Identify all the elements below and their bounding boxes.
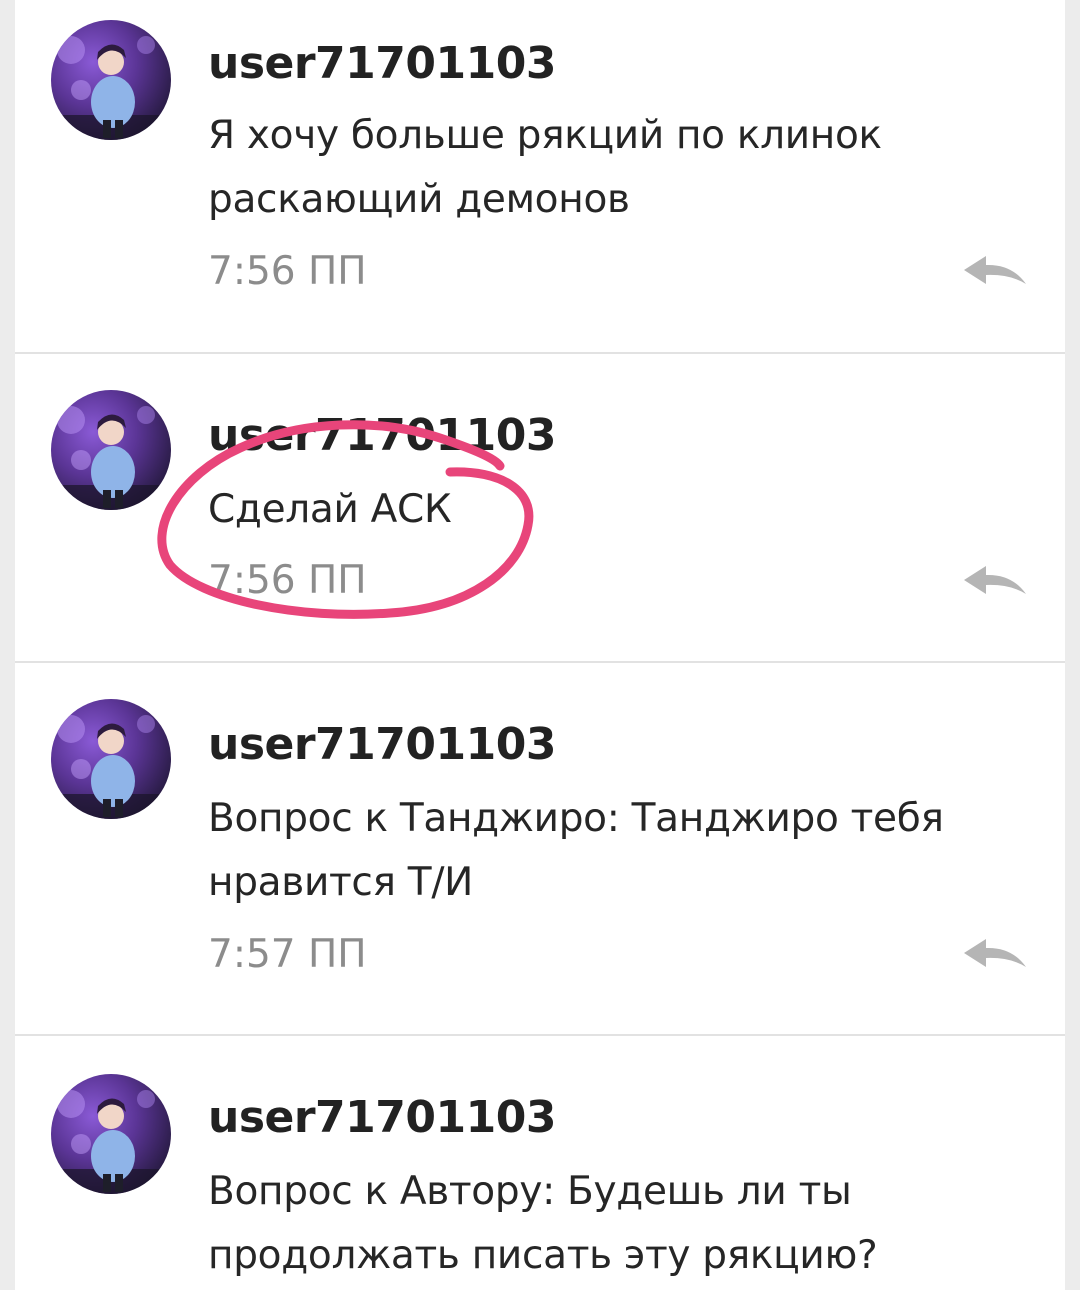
anime-character-avatar-icon [51,715,171,819]
comment-text: Вопрос к Автору: Будешь ли ты продолжать… [208,1169,878,1278]
comment-username[interactable]: user71701103 [208,38,556,90]
anime-character-avatar-icon [51,1090,171,1194]
comment-text: Я хочу больше рякций по клинок раскающий… [208,113,882,222]
comment-username[interactable]: user71701103 [208,410,556,462]
reply-arrow-icon[interactable] [960,562,1030,602]
comment-username[interactable]: user71701103 [208,1092,556,1144]
comment-item: user71701103 Я хочу больше рякций по кли… [15,0,1065,354]
user-avatar[interactable] [51,699,171,819]
reply-arrow-icon[interactable] [960,935,1030,975]
comment-timestamp: 7:56 ПП [208,558,367,603]
comment-timestamp: 7:56 ПП [208,249,367,294]
user-avatar[interactable] [51,1074,171,1194]
reply-arrow-icon[interactable] [960,252,1030,292]
user-avatar[interactable] [51,20,171,140]
comment-item: user71701103 Вопрос к Танджиро: Танджиро… [15,663,1065,1036]
user-avatar[interactable] [51,390,171,510]
comment-timestamp: 7:57 ПП [208,932,367,977]
comment-feed: user71701103 Я хочу больше рякций по кли… [15,0,1065,1290]
comment-item: user71701103 Сделай АСК 7:56 ПП [15,354,1065,663]
comment-item: user71701103 Вопрос к Автору: Будешь ли … [15,1036,1065,1290]
comment-text: Сделай АСК [208,487,452,532]
comment-username[interactable]: user71701103 [208,719,556,771]
comment-text: Вопрос к Танджиро: Танджиро тебя нравитс… [208,796,944,905]
anime-character-avatar-icon [51,406,171,510]
anime-character-avatar-icon [51,36,171,140]
